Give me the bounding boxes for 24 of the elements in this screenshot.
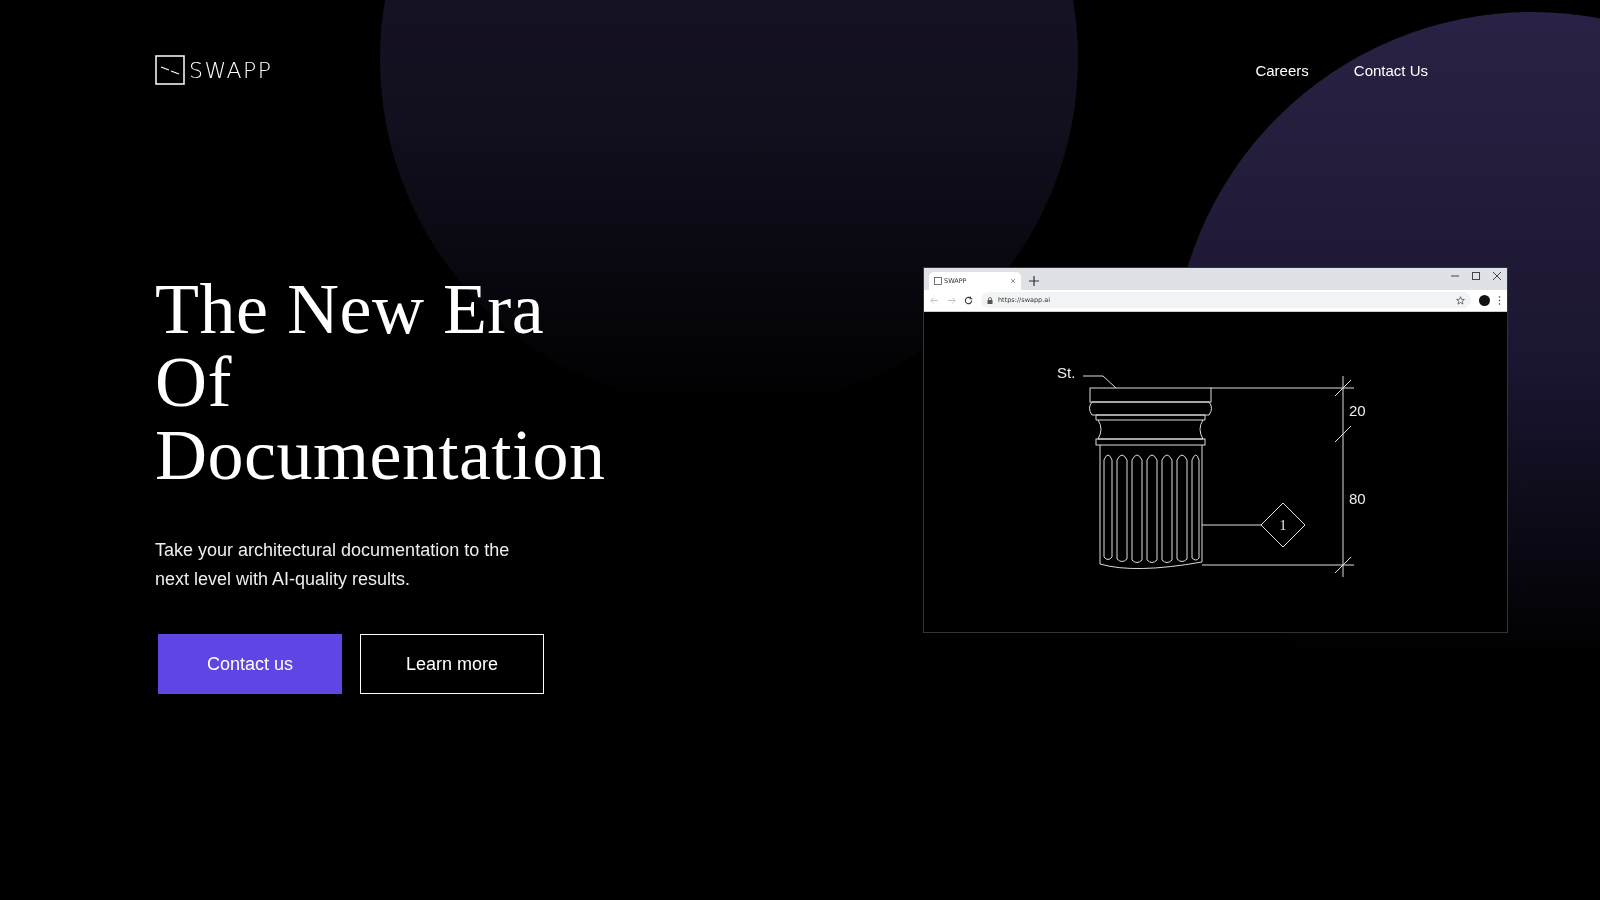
profile-avatar[interactable] — [1479, 294, 1490, 306]
close-icon[interactable] — [1493, 272, 1501, 280]
reload-icon[interactable] — [964, 295, 973, 305]
dimension-label: 20 — [1349, 402, 1366, 419]
lock-icon — [987, 296, 993, 304]
logo-icon — [155, 55, 185, 85]
star-icon[interactable] — [1456, 295, 1465, 305]
drawing-label: St. — [1057, 364, 1076, 381]
maximize-icon[interactable] — [1472, 272, 1480, 280]
more-icon[interactable] — [1498, 295, 1501, 305]
logo-link[interactable]: SWAPP — [155, 55, 273, 85]
nav-link[interactable]: Contact Us — [1353, 61, 1428, 79]
hero-description: Take your architectural documentation to the next level with AI-quality results. — [155, 539, 511, 591]
leader-line — [1201, 524, 1262, 526]
tag-label: 1 — [1279, 518, 1287, 533]
hero-heading: The New Era Of Documentation — [155, 273, 607, 492]
nav-link[interactable]: Careers — [1255, 61, 1309, 79]
dimension-label: 80 — [1349, 490, 1366, 507]
contact-button[interactable]: Contact us — [158, 634, 342, 694]
new-tab-icon[interactable] — [1029, 275, 1039, 286]
leader-line — [1082, 375, 1117, 389]
tag-diamond — [1260, 502, 1306, 548]
learn-more-button[interactable]: Learn more — [360, 634, 544, 694]
logo-icon — [934, 276, 942, 285]
